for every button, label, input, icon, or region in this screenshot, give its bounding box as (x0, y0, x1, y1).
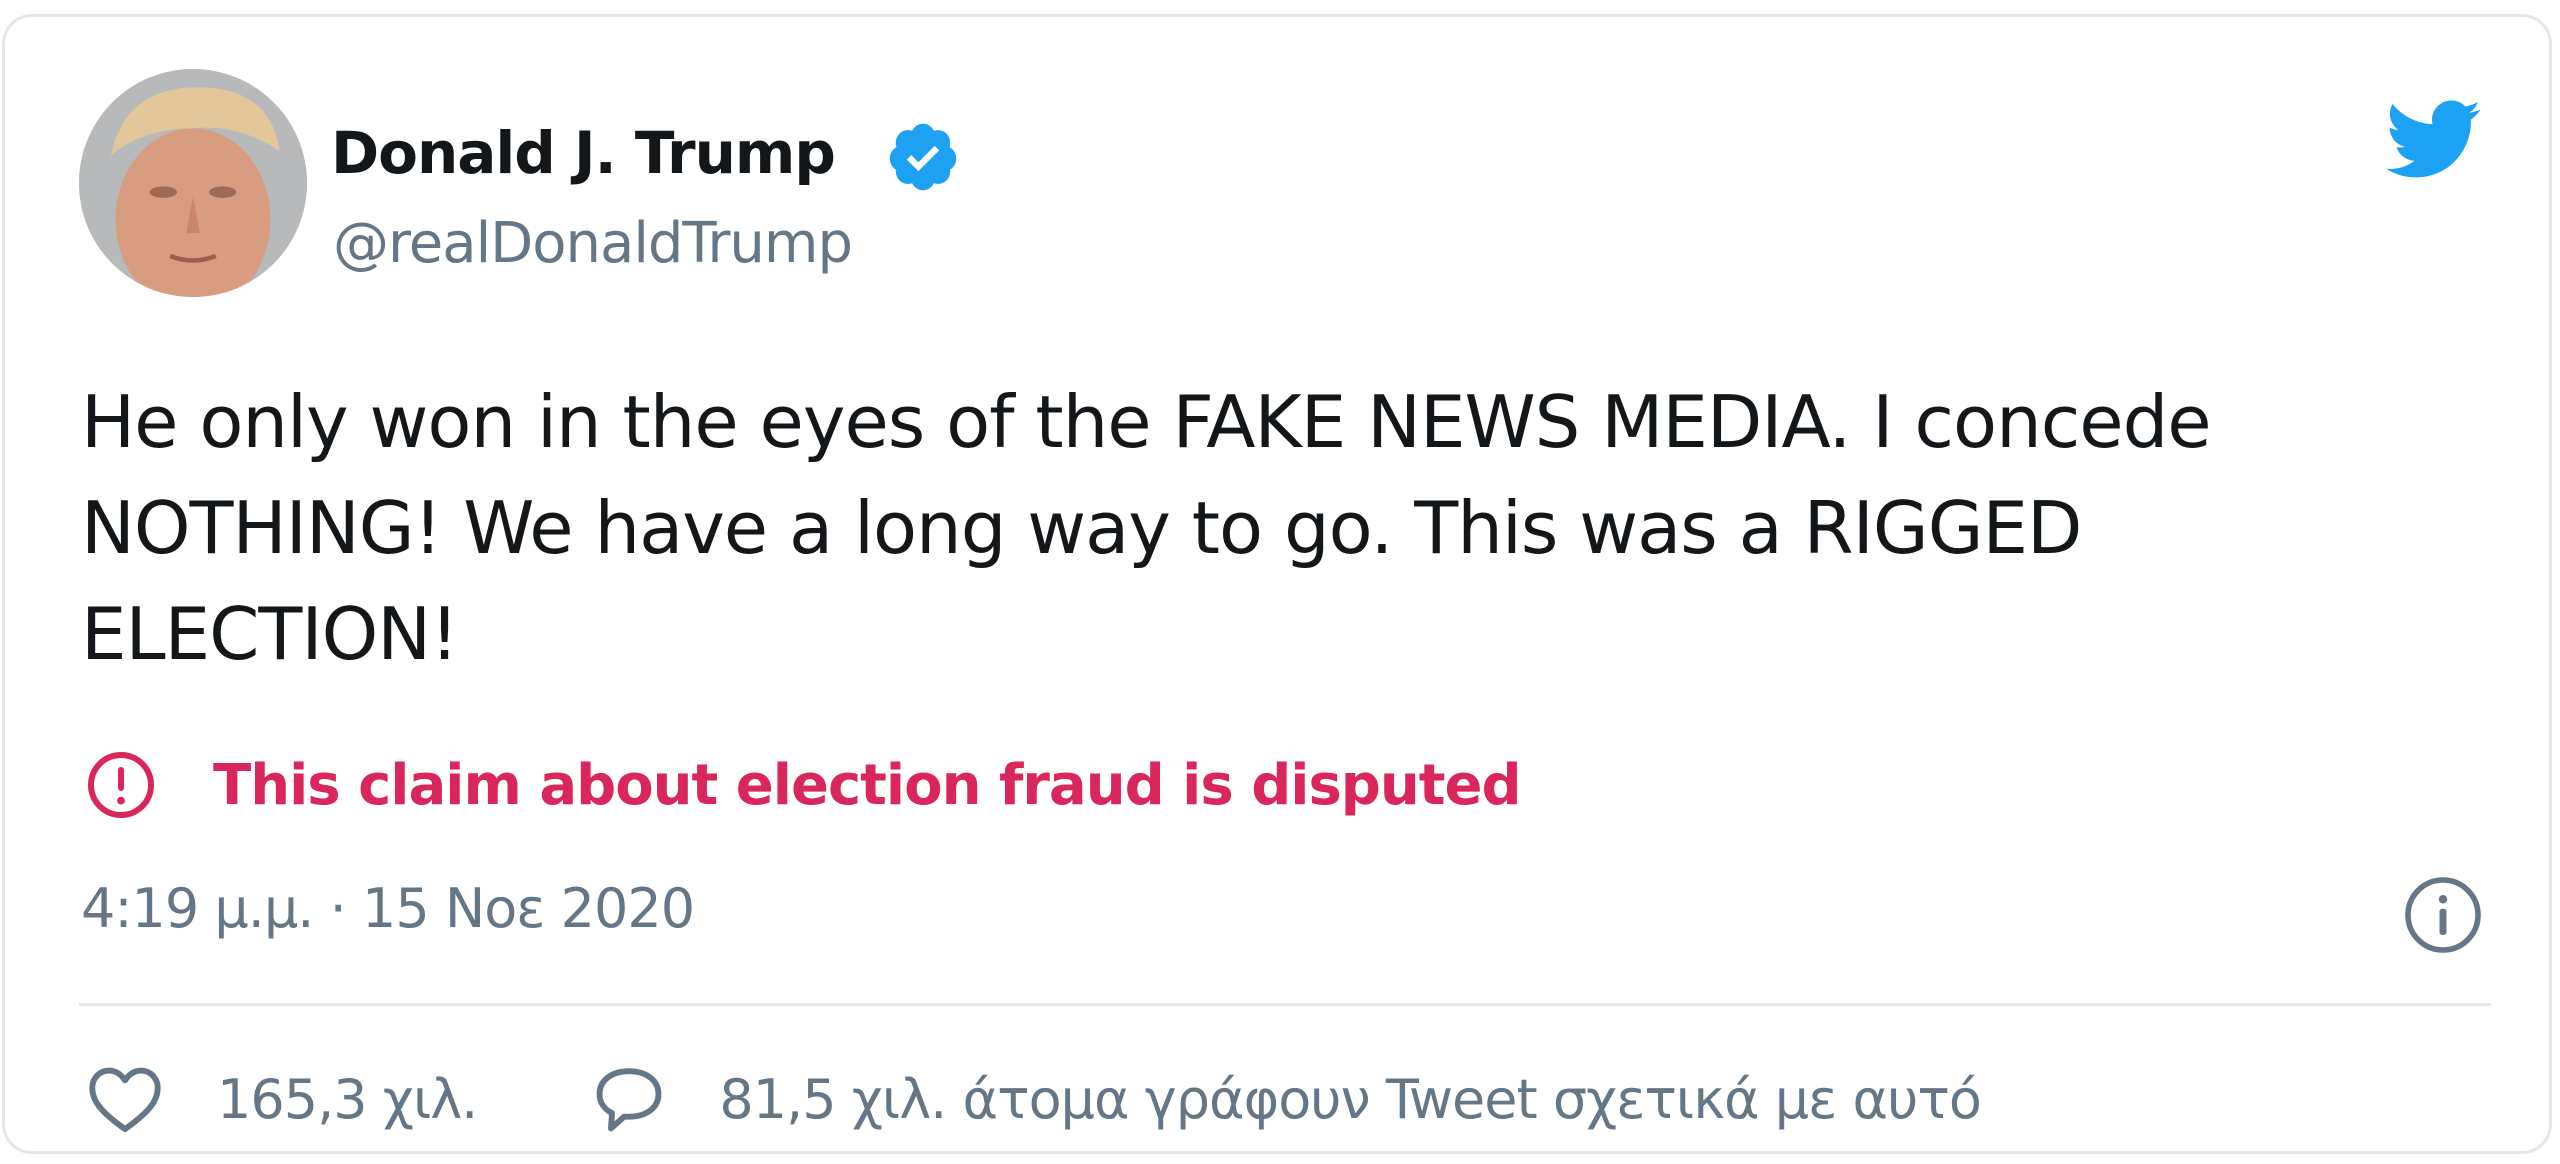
tweet-text-line: He only won in the eyes of the FAKE NEWS… (81, 380, 2212, 464)
tweet-text-line: ELECTION! (81, 592, 459, 676)
reply-action[interactable]: 81,5 χιλ. άτομα γράφουν Tweet σχετικά με… (589, 1063, 1982, 1135)
reply-text[interactable]: 81,5 χιλ. άτομα γράφουν Tweet σχετικά με… (719, 1068, 1982, 1131)
author-display-name[interactable]: Donald J. Trump (331, 119, 836, 187)
heart-icon[interactable] (85, 1063, 165, 1135)
twitter-bird-icon[interactable] (2377, 89, 2487, 189)
avatar[interactable] (79, 69, 307, 297)
disputed-claim-text[interactable]: This claim about election fraud is dispu… (213, 753, 1522, 818)
tweet-text-line: NOTHING! We have a long way to go. This … (81, 486, 2082, 570)
tweet-card: Donald J. Trump @realDonaldTrump He only… (2, 14, 2552, 1154)
tweet-actions: 165,3 χιλ. 81,5 χιλ. άτομα γράφουν Tweet… (85, 1057, 1982, 1141)
info-circle-icon[interactable] (2401, 873, 2485, 957)
speech-bubble-icon[interactable] (589, 1063, 669, 1135)
like-count[interactable]: 165,3 χιλ. (217, 1068, 478, 1131)
avatar-image (79, 69, 307, 297)
tweet-timestamp[interactable]: 4:19 μ.μ. · 15 Νοε 2020 (81, 877, 695, 940)
author-handle[interactable]: @realDonaldTrump (333, 211, 853, 276)
disputed-claim-label[interactable]: This claim about election fraud is dispu… (85, 745, 1522, 825)
tweet-text: He only won in the eyes of the FAKE NEWS… (81, 369, 2501, 687)
exclamation-circle-icon (85, 749, 157, 821)
verified-badge-icon (885, 119, 961, 195)
divider (79, 1003, 2491, 1006)
